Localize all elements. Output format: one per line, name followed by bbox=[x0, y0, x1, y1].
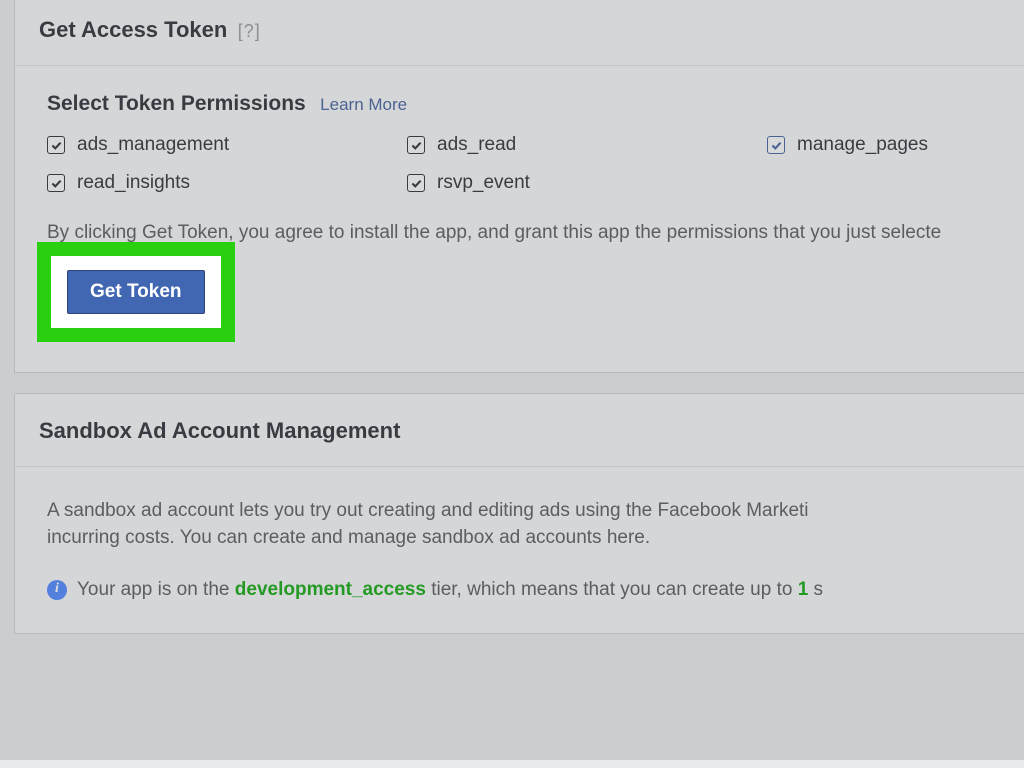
access-token-panel: Get Access Token [?] Select Token Permis… bbox=[14, 0, 1024, 373]
permission-label: ads_management bbox=[77, 134, 229, 156]
access-token-body: Select Token Permissions Learn More ads_… bbox=[15, 66, 1024, 372]
checkbox-icon[interactable] bbox=[407, 174, 425, 192]
permission-label: read_insights bbox=[77, 172, 190, 194]
get-token-highlight: Get Token bbox=[37, 242, 235, 342]
permission-rsvp-event[interactable]: rsvp_event bbox=[407, 172, 767, 194]
sandbox-description-line2: incurring costs. You can create and mana… bbox=[47, 527, 650, 548]
sandbox-header: Sandbox Ad Account Management bbox=[15, 394, 1024, 467]
access-token-title: Get Access Token bbox=[39, 17, 227, 42]
info-icon: i bbox=[47, 580, 67, 600]
permission-label: rsvp_event bbox=[437, 172, 530, 194]
checkbox-icon[interactable] bbox=[407, 136, 425, 154]
sandbox-description-line1: A sandbox ad account lets you try out cr… bbox=[47, 500, 809, 521]
sandbox-panel: Sandbox Ad Account Management A sandbox … bbox=[14, 393, 1024, 635]
permissions-heading: Select Token Permissions bbox=[47, 92, 306, 115]
sandbox-body: A sandbox ad account lets you try out cr… bbox=[15, 467, 1024, 634]
access-token-header: Get Access Token [?] bbox=[15, 0, 1024, 66]
tier-count: 1 bbox=[798, 579, 809, 600]
checkbox-icon[interactable] bbox=[767, 136, 785, 154]
permission-ads-management[interactable]: ads_management bbox=[47, 134, 407, 156]
permissions-grid: ads_management ads_read manage_pages rea… bbox=[47, 134, 1009, 194]
permission-manage-pages[interactable]: manage_pages bbox=[767, 134, 1009, 156]
tier-line: i Your app is on the development_access … bbox=[47, 576, 1009, 604]
tier-name: development_access bbox=[235, 579, 426, 600]
tier-text: Your app is on the development_access ti… bbox=[77, 576, 823, 604]
sandbox-title: Sandbox Ad Account Management bbox=[39, 418, 400, 443]
learn-more-link[interactable]: Learn More bbox=[320, 95, 407, 114]
permission-label: ads_read bbox=[437, 134, 516, 156]
get-token-button[interactable]: Get Token bbox=[67, 270, 205, 314]
permission-read-insights[interactable]: read_insights bbox=[47, 172, 407, 194]
permission-ads-read[interactable]: ads_read bbox=[407, 134, 767, 156]
sandbox-description: A sandbox ad account lets you try out cr… bbox=[47, 497, 1009, 552]
checkbox-icon[interactable] bbox=[47, 174, 65, 192]
permission-label: manage_pages bbox=[797, 134, 928, 156]
checkbox-icon[interactable] bbox=[47, 136, 65, 154]
help-icon[interactable]: [?] bbox=[238, 21, 261, 41]
